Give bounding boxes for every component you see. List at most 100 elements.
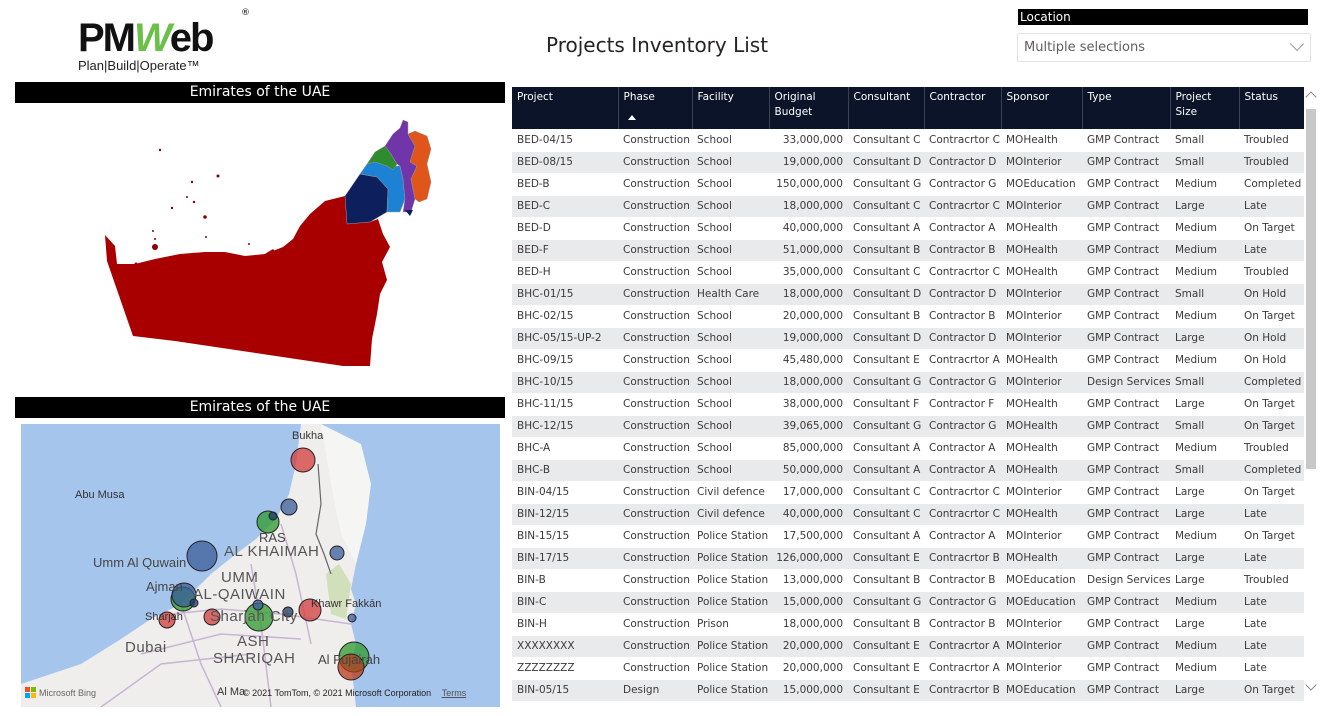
table-row[interactable]: BED-D Construction School 40,000,000 Consult…	[512, 217, 1304, 239]
cell-project: BED-04/15	[512, 129, 618, 151]
cell-facility: Civil defence	[692, 481, 769, 503]
table-row[interactable]: BED-04/15 Construction School 33,000,000 Con…	[512, 129, 1304, 151]
cell-sponsor: MOHealth	[1001, 459, 1082, 481]
logo-suffix: eb	[169, 16, 215, 60]
cell-type: GMP Contract	[1082, 393, 1170, 415]
table-row[interactable]: BHC-02/15 Construction School 20,000,000 Con…	[512, 305, 1304, 327]
cell-original-budget: 40,000,000	[769, 217, 848, 239]
table-row[interactable]: BED-08/15 Construction School 19,000,000 Con…	[512, 151, 1304, 173]
column-header-original-budget[interactable]: Original Budget	[769, 87, 849, 129]
cell-sponsor: MOHealth	[1001, 239, 1082, 261]
table-row[interactable]: BHC-12/15 Construction School 39,065,000 Con…	[512, 415, 1304, 437]
cell-project-size: Medium	[1170, 657, 1239, 679]
table-row[interactable]: BHC-A Construction School 85,000,000 Consult…	[512, 437, 1304, 459]
cell-project-size: Large	[1170, 679, 1239, 701]
cell-project: BIN-04/15	[512, 481, 618, 503]
cell-phase: Construction	[618, 217, 692, 239]
cell-sponsor: MOInterior	[1001, 635, 1082, 657]
cell-status: Troubled	[1239, 569, 1304, 591]
table-row[interactable]: BHC-B Construction School 50,000,000 Consult…	[512, 459, 1304, 481]
cell-contractor: Contractor G	[924, 591, 1001, 613]
table-row[interactable]: BHC-01/15 Construction Health Care 18,000,0…	[512, 283, 1304, 305]
terms-link[interactable]: Terms	[442, 688, 467, 698]
logo-wordmark: PMWeb	[78, 16, 215, 61]
cell-status: Late	[1239, 547, 1304, 569]
table-row[interactable]: BED-C Construction School 18,000,000 Consult…	[512, 195, 1304, 217]
scroll-down-icon[interactable]	[1305, 679, 1317, 691]
table-row[interactable]: BIN-05/15 Design Police Station 15,000,000 C…	[512, 679, 1304, 701]
table-row[interactable]: BHC-10/15 Construction School 18,000,000 Con…	[512, 371, 1304, 393]
column-header-facility[interactable]: Facility	[692, 87, 770, 129]
scroll-thumb[interactable]	[1306, 109, 1316, 469]
cell-facility: School	[692, 239, 769, 261]
column-header-label: Status	[1244, 91, 1278, 103]
location-slicer-dropdown[interactable]: Multiple selections	[1017, 33, 1311, 62]
cell-phase: Construction	[618, 349, 692, 371]
island	[203, 215, 207, 219]
bubble-map[interactable]: Bukha Abu Musa RAS AL KHAIMAH Umm Al Quw…	[21, 424, 500, 707]
cell-project-size: Large	[1170, 393, 1239, 415]
cell-original-budget: 17,500,000	[769, 525, 848, 547]
table-body: BED-04/15 Construction School 33,000,000 Con…	[512, 129, 1304, 701]
cell-facility: Prison	[692, 613, 769, 635]
cell-phase: Construction	[618, 173, 692, 195]
table-row[interactable]: BIN-04/15 Construction Civil defence 17,000…	[512, 481, 1304, 503]
cell-status: On Target	[1239, 415, 1304, 437]
cell-original-budget: 20,000,000	[769, 657, 848, 679]
cell-type: Design Services	[1082, 371, 1170, 393]
cell-facility: Police Station	[692, 547, 769, 569]
cell-phase: Construction	[618, 591, 692, 613]
column-header-type[interactable]: Type	[1082, 87, 1171, 129]
table-row[interactable]: ZZZZZZZZ Construction Police Station 20,000…	[512, 657, 1304, 679]
table-scrollbar[interactable]	[1305, 87, 1317, 701]
table-row[interactable]: BHC-11/15 Construction School 38,000,000 Con…	[512, 393, 1304, 415]
cell-project-size: Small	[1170, 459, 1239, 481]
cell-sponsor: MOInterior	[1001, 195, 1082, 217]
cell-consultant: Consultant G	[848, 415, 924, 437]
cell-consultant: Consultant G	[848, 371, 924, 393]
cell-facility: Police Station	[692, 679, 769, 701]
cell-type: GMP Contract	[1082, 459, 1170, 481]
filled-map[interactable]	[15, 104, 505, 390]
cell-contractor: Contractor G	[924, 173, 1001, 195]
scroll-up-icon[interactable]	[1305, 91, 1317, 103]
table-row[interactable]: BED-H Construction School 35,000,000 Consult…	[512, 261, 1304, 283]
table-row[interactable]: BIN-B Construction Police Station 13,000,00…	[512, 569, 1304, 591]
cell-type: GMP Contract	[1082, 679, 1170, 701]
map-label-abu-musa: Abu Musa	[75, 489, 125, 501]
column-header-contractor[interactable]: Contractor	[924, 87, 1002, 129]
table-row[interactable]: BED-F Construction School 51,000,000 Consult…	[512, 239, 1304, 261]
column-header-consultant[interactable]: Consultant	[848, 87, 925, 129]
column-header-status[interactable]: Status	[1239, 87, 1304, 129]
cell-type: GMP Contract	[1082, 481, 1170, 503]
table-row[interactable]: BIN-C Construction Police Station 15,000,00…	[512, 591, 1304, 613]
table-row[interactable]: BIN-17/15 Construction Police Station 126,0…	[512, 547, 1304, 569]
cell-type: GMP Contract	[1082, 415, 1170, 437]
column-header-project-size[interactable]: Project Size	[1170, 87, 1240, 129]
cell-type: GMP Contract	[1082, 195, 1170, 217]
cell-status: Troubled	[1239, 261, 1304, 283]
cell-status: On Target	[1239, 217, 1304, 239]
cell-facility: School	[692, 415, 769, 437]
column-header-project[interactable]: Project	[512, 87, 619, 129]
cell-sponsor: MOInterior	[1001, 613, 1082, 635]
cell-sponsor: MOEducation	[1001, 591, 1082, 613]
cell-original-budget: 15,000,000	[769, 679, 848, 701]
table-row[interactable]: BHC-09/15 Construction School 45,480,000 Con…	[512, 349, 1304, 371]
table-row[interactable]: XXXXXXXX Construction Police Station 20,000…	[512, 635, 1304, 657]
cell-contractor: Contractor A	[924, 217, 1001, 239]
table-row[interactable]: BHC-05/15-UP-2 Construction School 19,000,0…	[512, 327, 1304, 349]
cell-type: GMP Contract	[1082, 283, 1170, 305]
cell-status: Troubled	[1239, 129, 1304, 151]
column-header-phase[interactable]: Phase	[618, 87, 693, 129]
cell-facility: School	[692, 459, 769, 481]
table-row[interactable]: BED-B Construction School 150,000,000 Consul…	[512, 173, 1304, 195]
table-row[interactable]: BIN-15/15 Construction Police Station 17,50…	[512, 525, 1304, 547]
island	[216, 174, 220, 178]
cell-facility: School	[692, 151, 769, 173]
column-header-sponsor[interactable]: Sponsor	[1001, 87, 1083, 129]
cell-project: BHC-B	[512, 459, 618, 481]
table-row[interactable]: BIN-12/15 Construction Civil defence 40,000…	[512, 503, 1304, 525]
table-row[interactable]: BIN-H Construction Prison 18,000,000 Consult…	[512, 613, 1304, 635]
cell-sponsor: MOInterior	[1001, 657, 1082, 679]
